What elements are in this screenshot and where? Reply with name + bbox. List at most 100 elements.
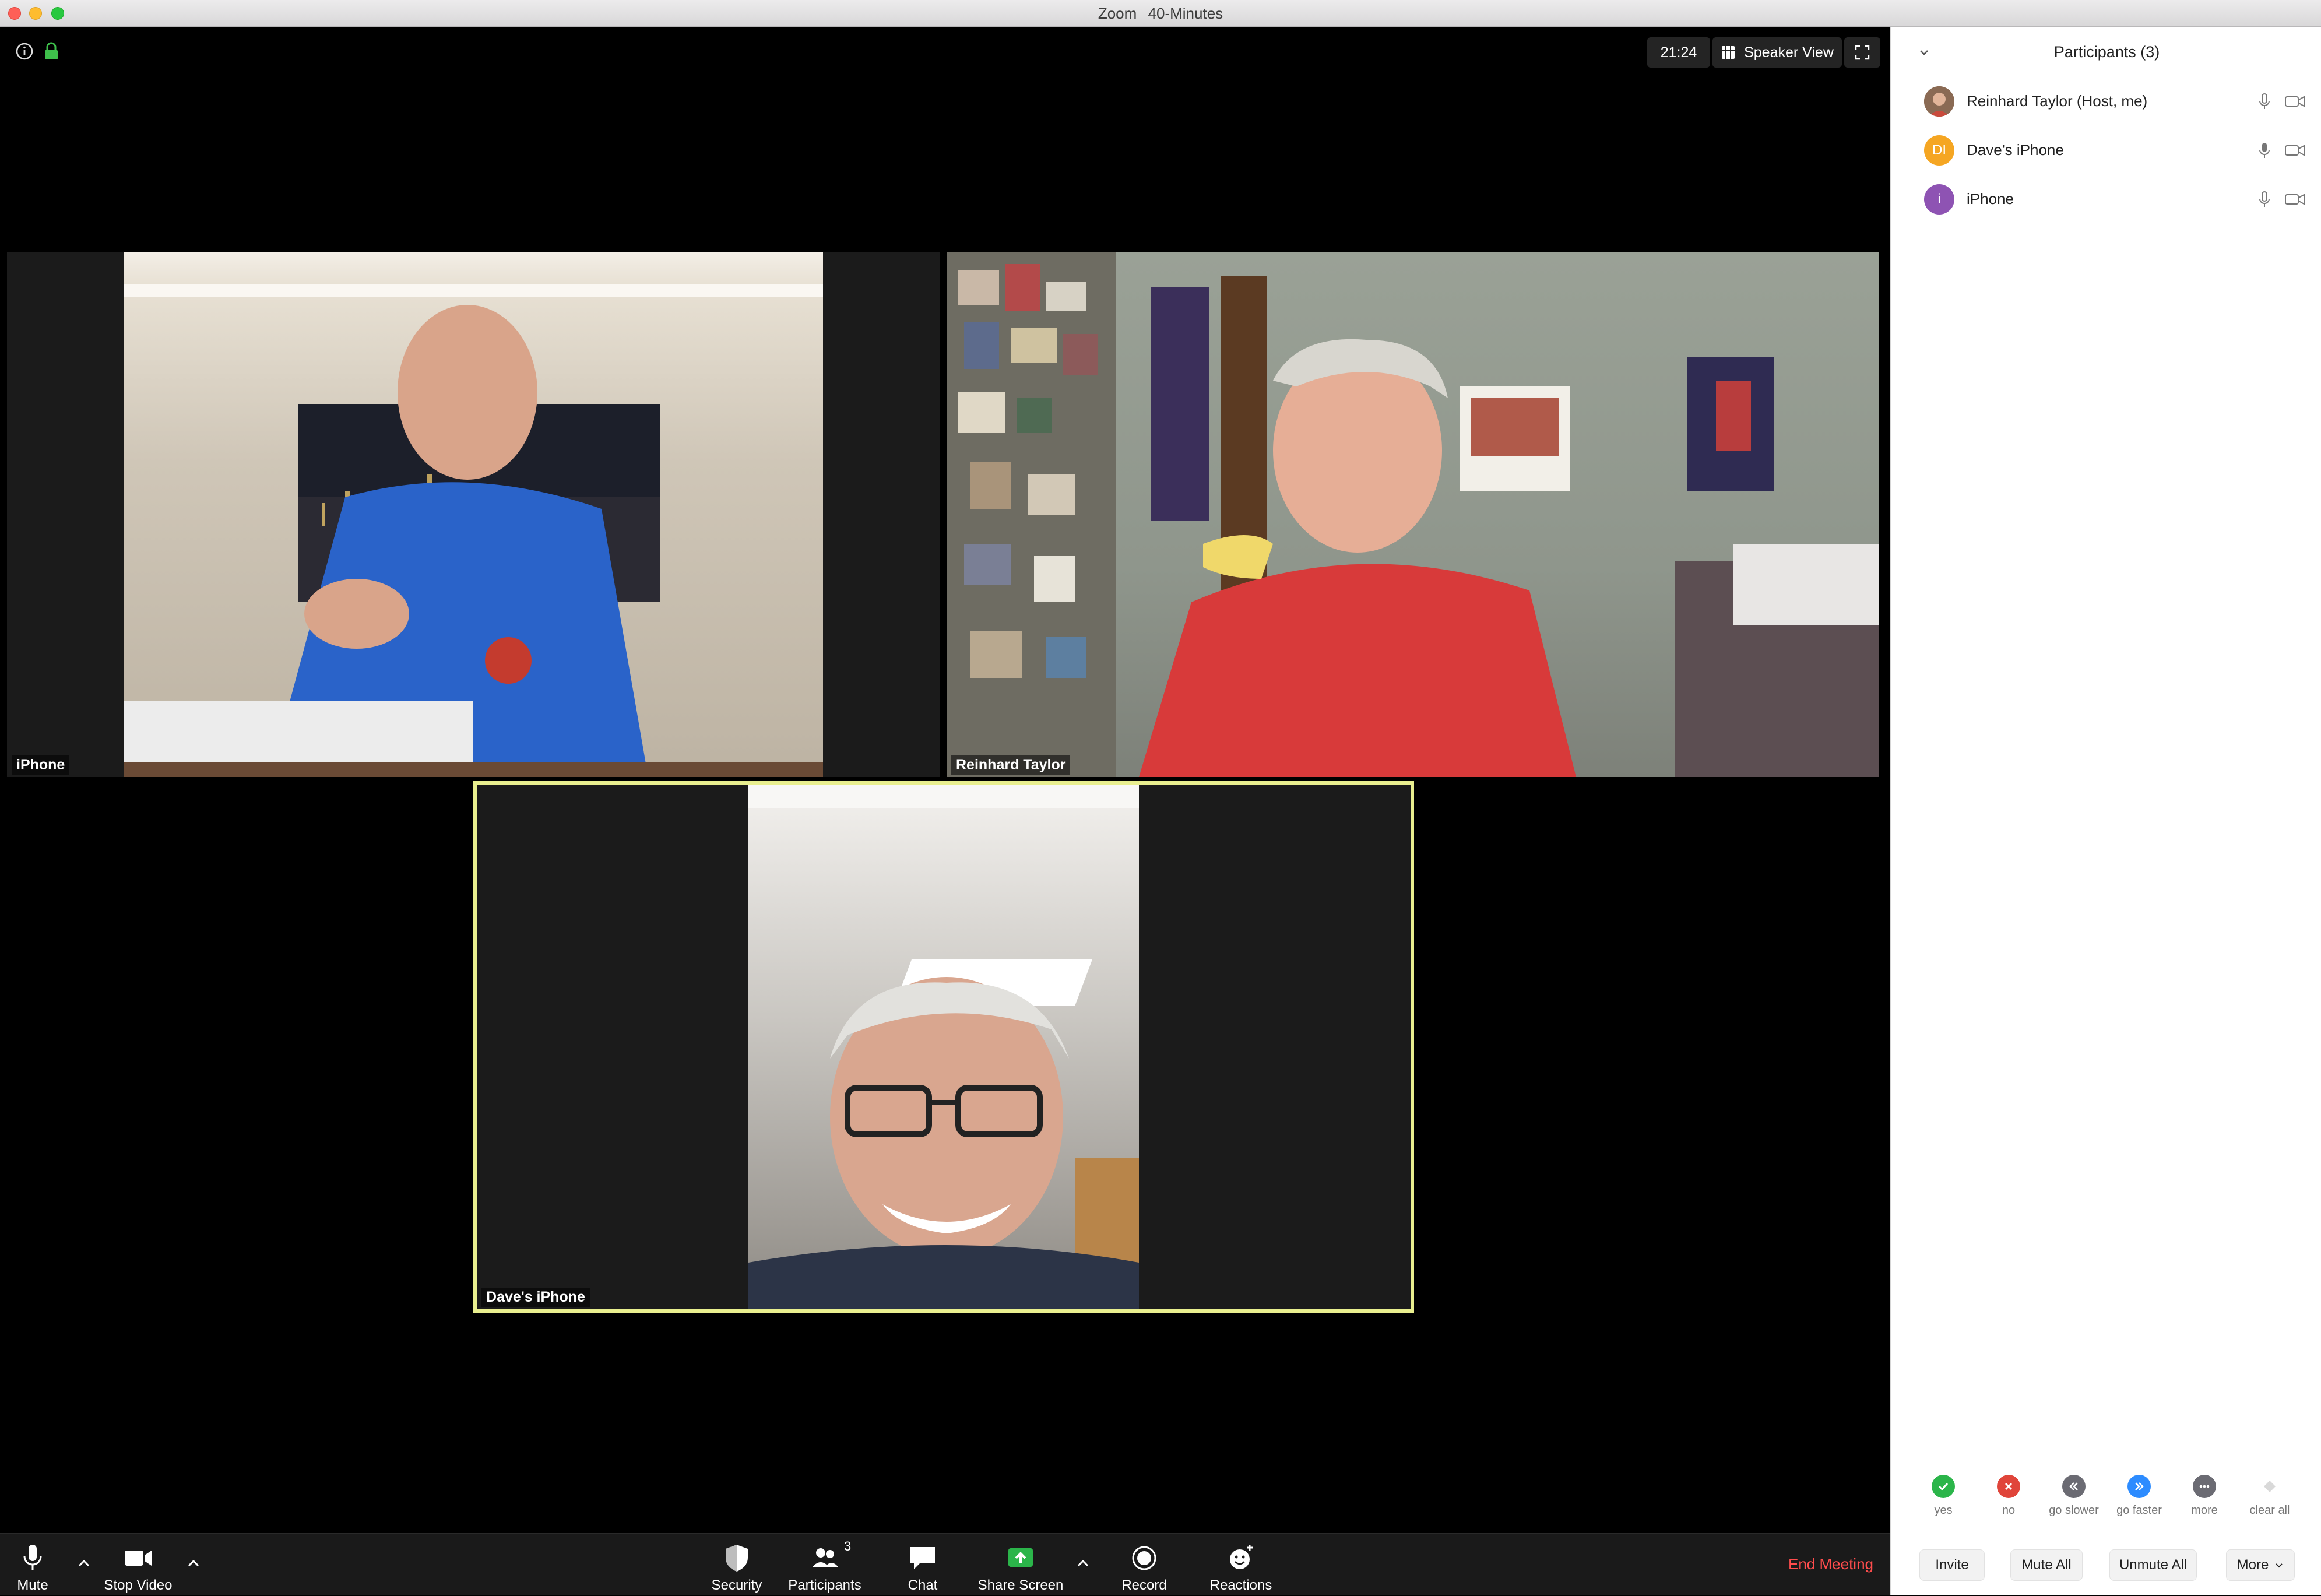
- shield-icon: [726, 1545, 748, 1572]
- stop-video-label: Stop Video: [104, 1577, 173, 1593]
- invite-button[interactable]: Invite: [1919, 1549, 1985, 1581]
- meeting-toolbar: Mute Stop Video Security Participants 3 …: [0, 1533, 1890, 1595]
- feedback-go-slower-button[interactable]: go slower: [2042, 1475, 2106, 1517]
- video-tile-iphone[interactable]: iPhone: [7, 252, 940, 777]
- avatar: DI: [1924, 135, 1954, 166]
- participants-count-badge: 3: [844, 1539, 852, 1553]
- participant-name: Reinhard Taylor (Host, me): [1967, 92, 2148, 110]
- nonverbal-feedback-bar: yes no go slower go faster more clear al…: [1891, 1475, 2321, 1539]
- microphone-icon: [23, 1545, 42, 1570]
- security-button[interactable]: Security: [703, 1534, 771, 1596]
- rewind-icon: [2062, 1475, 2086, 1498]
- zoom-window: Zoom 40-Minutes 21:24 Speaker View iPhon…: [0, 0, 2321, 1595]
- video-tile-daves-iphone[interactable]: Dave's iPhone: [473, 781, 1414, 1313]
- grid-icon: [1722, 46, 1735, 59]
- microphone-icon[interactable]: [2254, 189, 2275, 210]
- participants-panel: Participants (3) Reinhard Taylor (Host, …: [1890, 27, 2321, 1595]
- video-options-chevron-up-icon[interactable]: [182, 1552, 205, 1575]
- fullscreen-icon: [1855, 45, 1870, 60]
- chat-bubble-icon: [910, 1547, 935, 1569]
- ellipsis-icon: [2193, 1475, 2216, 1498]
- participant-name: iPhone: [1967, 190, 2014, 208]
- title-bar: Zoom 40-Minutes: [0, 0, 2321, 27]
- security-label: Security: [711, 1577, 762, 1593]
- feedback-label: go slower: [2049, 1504, 2099, 1517]
- video-camera-icon[interactable]: [2283, 189, 2306, 210]
- window-title: Zoom 40-Minutes: [0, 5, 2321, 23]
- share-screen-icon: [1008, 1548, 1033, 1567]
- profile-photo: [1924, 86, 1954, 117]
- feedback-yes-button[interactable]: yes: [1911, 1475, 1975, 1517]
- more-label: More: [2236, 1557, 2269, 1573]
- feedback-clear-all-button[interactable]: clear all: [2238, 1475, 2302, 1517]
- microphone-icon[interactable]: [2254, 140, 2275, 161]
- meeting-timer: 21:24: [1647, 37, 1710, 68]
- reactions-button[interactable]: Reactions: [1207, 1534, 1275, 1596]
- record-button[interactable]: Record: [1116, 1534, 1173, 1596]
- people-icon: [813, 1548, 838, 1567]
- app-name: Zoom: [1098, 5, 1137, 22]
- share-screen-button[interactable]: Share Screen: [971, 1534, 1070, 1596]
- participants-button[interactable]: Participants: [782, 1534, 867, 1596]
- fast-forward-icon: [2127, 1475, 2151, 1498]
- feedback-label: no: [2002, 1504, 2016, 1517]
- feedback-label: more: [2191, 1504, 2218, 1517]
- unmute-all-button[interactable]: Unmute All: [2109, 1549, 2197, 1581]
- chevron-down-icon: [2276, 1563, 2283, 1568]
- feedback-label: clear all: [2249, 1504, 2290, 1517]
- participant-scene: [748, 785, 1139, 1309]
- panel-header: Participants (3): [1891, 27, 2321, 78]
- video-tile-reinhard-taylor[interactable]: Reinhard Taylor: [947, 252, 1879, 777]
- speaker-view-button[interactable]: Speaker View: [1712, 37, 1842, 68]
- panel-title: Participants (3): [2053, 43, 2160, 61]
- mute-button[interactable]: Mute: [6, 1534, 59, 1596]
- eraser-icon: [2258, 1475, 2281, 1498]
- chat-button[interactable]: Chat: [896, 1534, 949, 1596]
- participant-row[interactable]: i iPhone: [1891, 174, 2321, 223]
- avatar: [1924, 86, 1954, 117]
- reactions-label: Reactions: [1209, 1577, 1272, 1593]
- more-button[interactable]: More: [2226, 1549, 2295, 1581]
- lock-icon[interactable]: [43, 42, 59, 61]
- check-icon: [1932, 1475, 1955, 1498]
- end-meeting-button[interactable]: End Meeting: [1788, 1555, 1873, 1573]
- feedback-go-faster-button[interactable]: go faster: [2107, 1475, 2171, 1517]
- tile-name-label: Reinhard Taylor: [951, 755, 1071, 775]
- window-subtitle: 40-Minutes: [1148, 5, 1223, 22]
- share-screen-label: Share Screen: [977, 1577, 1064, 1593]
- feedback-more-button[interactable]: more: [2172, 1475, 2236, 1517]
- meeting-area: 21:24 Speaker View iPhone Reinhard Taylo…: [0, 27, 1890, 1533]
- record-icon: [1132, 1546, 1156, 1570]
- mute-all-button[interactable]: Mute All: [2010, 1549, 2083, 1581]
- participant-row[interactable]: DI Dave's iPhone: [1891, 125, 2321, 174]
- x-icon: [1997, 1475, 2020, 1498]
- speaker-view-label: Speaker View: [1744, 44, 1834, 61]
- microphone-icon[interactable]: [2254, 91, 2275, 112]
- audio-options-chevron-up-icon[interactable]: [72, 1552, 96, 1575]
- video-camera-icon[interactable]: [2283, 140, 2306, 161]
- participant-scene: [124, 284, 823, 777]
- participant-scene: [947, 252, 1879, 777]
- avatar: i: [1924, 184, 1954, 215]
- participants-label: Participants: [788, 1577, 861, 1593]
- tile-name-label: iPhone: [12, 755, 70, 775]
- mute-label: Mute: [17, 1577, 48, 1593]
- participant-name: Dave's iPhone: [1967, 141, 2064, 159]
- video-camera-icon[interactable]: [2283, 91, 2306, 112]
- fullscreen-button[interactable]: [1844, 37, 1880, 68]
- feedback-label: yes: [1934, 1504, 1953, 1517]
- feedback-label: go faster: [2116, 1504, 2162, 1517]
- info-icon[interactable]: [15, 42, 34, 61]
- feedback-no-button[interactable]: no: [1977, 1475, 2041, 1517]
- smiley-plus-icon: [1230, 1545, 1253, 1569]
- participant-row[interactable]: Reinhard Taylor (Host, me): [1891, 76, 2321, 125]
- stop-video-button[interactable]: Stop Video: [97, 1534, 180, 1596]
- record-label: Record: [1121, 1577, 1167, 1593]
- chat-label: Chat: [908, 1577, 938, 1593]
- tile-name-label: Dave's iPhone: [481, 1288, 590, 1307]
- share-options-chevron-up-icon[interactable]: [1071, 1552, 1095, 1575]
- video-feed-reinhard-taylor: [947, 252, 1879, 777]
- video-feed-daves-iphone: [748, 785, 1139, 1309]
- panel-footer: Invite Mute All Unmute All More: [1891, 1545, 2321, 1595]
- video-feed-iphone: [124, 252, 823, 777]
